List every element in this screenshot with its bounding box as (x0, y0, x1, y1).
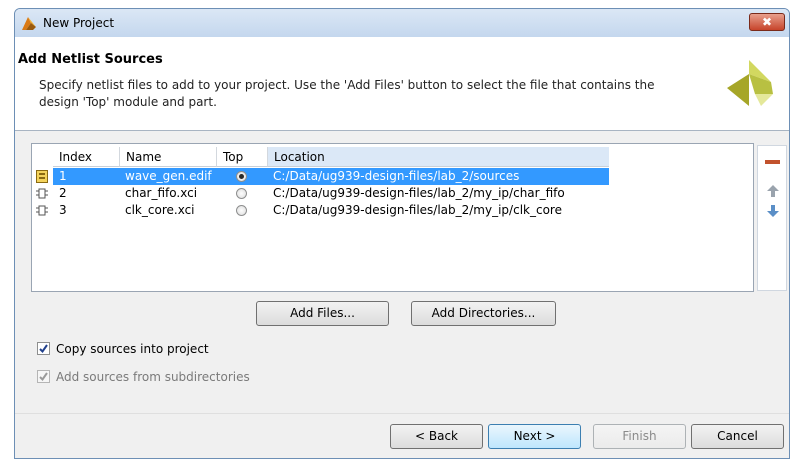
column-header-top[interactable]: Top (216, 147, 267, 167)
cell-index: 2 (59, 186, 67, 200)
cell-name: char_fifo.xci (125, 186, 198, 200)
top-radio-button[interactable] (236, 205, 247, 216)
table-row[interactable]: 1 wave_gen.edif C:/Data/ug939-design-fil… (32, 168, 616, 185)
copy-sources-checkbox[interactable] (37, 342, 50, 355)
table-row[interactable]: 3 clk_core.xci C:/Data/ug939-design-file… (32, 202, 616, 219)
cell-name: wave_gen.edif (119, 168, 216, 185)
cell-index: 1 (53, 168, 119, 185)
cell-location: C:/Data/ug939-design-files/lab_2/my_ip/c… (273, 203, 562, 217)
add-files-button[interactable]: Add Files... (256, 301, 389, 326)
add-directories-button[interactable]: Add Directories... (411, 301, 556, 326)
page-title: Add Netlist Sources (18, 52, 163, 67)
move-up-icon[interactable] (766, 184, 780, 198)
close-button[interactable]: ✖ (749, 13, 785, 31)
vivado-logo-icon (727, 60, 773, 106)
table-toolbar (757, 145, 787, 291)
cell-top (216, 202, 267, 219)
add-subdirectories-label[interactable]: Add sources from subdirectories (56, 370, 250, 384)
move-down-icon[interactable] (766, 204, 780, 218)
wizard-footer: < Back Next > Finish Cancel (15, 413, 789, 458)
ip-core-icon (36, 205, 48, 216)
new-project-dialog: New Project ✖ Add Netlist Sources Specif… (14, 8, 790, 459)
cell-top (216, 168, 267, 185)
cell-location: C:/Data/ug939-design-files/lab_2/sources (267, 168, 609, 185)
column-header-name[interactable]: Name (119, 147, 216, 167)
column-header-index[interactable]: Index (53, 147, 119, 167)
table-row[interactable]: 2 char_fifo.xci C:/Data/ug939-design-fil… (32, 185, 616, 202)
top-radio-button[interactable] (236, 188, 247, 199)
finish-button[interactable]: Finish (593, 424, 686, 449)
add-subdirectories-checkbox[interactable] (37, 370, 50, 383)
back-button[interactable]: < Back (390, 424, 483, 449)
column-header-location[interactable]: Location (267, 147, 609, 167)
cell-top (216, 185, 267, 202)
ip-core-icon (36, 188, 48, 199)
checkmark-icon (39, 372, 48, 382)
wizard-body: Index Name Top Location 1 wave_gen.edif … (15, 131, 789, 413)
cell-index: 3 (59, 203, 67, 217)
window-title: New Project (43, 16, 115, 30)
title-bar[interactable]: New Project ✖ (15, 9, 789, 37)
netlist-file-icon (36, 170, 48, 183)
close-icon: ✖ (761, 15, 773, 29)
cancel-button[interactable]: Cancel (691, 424, 784, 449)
cell-name: clk_core.xci (125, 203, 195, 217)
next-button[interactable]: Next > (488, 424, 581, 449)
vivado-app-icon (22, 17, 36, 30)
checkmark-icon (39, 344, 48, 354)
page-description: Specify netlist files to add to your pro… (39, 78, 655, 109)
cell-location: C:/Data/ug939-design-files/lab_2/my_ip/c… (273, 186, 565, 200)
remove-icon[interactable] (765, 160, 780, 164)
sources-table[interactable]: Index Name Top Location 1 wave_gen.edif … (31, 143, 754, 292)
copy-sources-label[interactable]: Copy sources into project (56, 342, 209, 356)
top-radio-button[interactable] (236, 171, 247, 182)
wizard-header: Add Netlist Sources Specify netlist file… (15, 37, 789, 131)
